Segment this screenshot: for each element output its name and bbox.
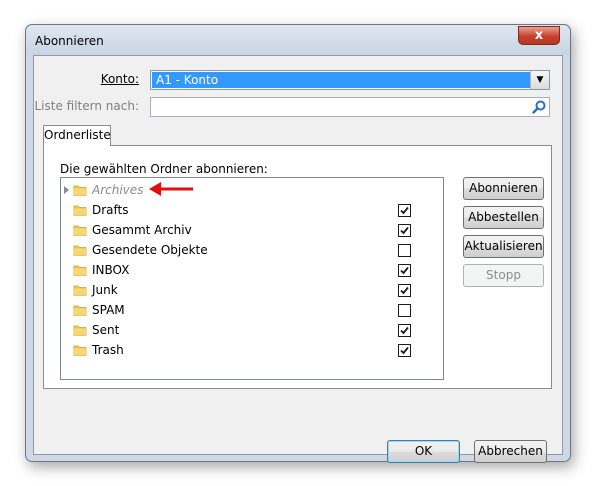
- folder-row[interactable]: Archives: [61, 180, 443, 200]
- ok-button[interactable]: OK: [387, 440, 460, 463]
- folder-row[interactable]: SPAM: [61, 300, 443, 320]
- folder-name: Gesendete Objekte: [92, 243, 208, 257]
- folder-icon: [73, 285, 87, 296]
- subscribe-checkbox[interactable]: [398, 344, 411, 357]
- folder-row[interactable]: Gesammt Archiv: [61, 220, 443, 240]
- checkmark-icon: [400, 286, 409, 295]
- folder-icon: [73, 185, 87, 196]
- subscribe-checkbox[interactable]: [398, 204, 411, 217]
- folder-icon: [73, 325, 87, 336]
- account-label: Konto:: [34, 72, 139, 86]
- subscribe-checkbox[interactable]: [398, 244, 411, 257]
- filter-label: Liste filtern nach:: [34, 99, 139, 113]
- expand-icon[interactable]: [64, 186, 69, 194]
- checkmark-icon: [400, 266, 409, 275]
- subscribe-checkbox[interactable]: [398, 264, 411, 277]
- filter-input[interactable]: [150, 97, 550, 117]
- refresh-button[interactable]: Aktualisieren: [463, 235, 544, 258]
- subscribe-dialog: Abonnieren x Konto: A1 - Konto ▼ Liste f…: [25, 24, 571, 463]
- folder-row[interactable]: INBOX: [61, 260, 443, 280]
- folder-row[interactable]: Sent: [61, 320, 443, 340]
- checkmark-icon: [400, 346, 409, 355]
- tab-folder-list-label: Ordnerliste: [44, 128, 111, 142]
- cancel-button[interactable]: Abbrechen: [474, 440, 547, 463]
- unsubscribe-button[interactable]: Abbestellen: [463, 206, 544, 229]
- account-select-value: A1 - Konto: [152, 72, 530, 88]
- subscribe-checkbox[interactable]: [398, 284, 411, 297]
- checkmark-icon: [400, 206, 409, 215]
- folder-name: Trash: [92, 343, 124, 357]
- close-icon: x: [534, 28, 544, 43]
- stop-button[interactable]: Stopp: [463, 264, 544, 287]
- subscribe-button[interactable]: Abonnieren: [463, 177, 544, 200]
- red-arrow-annotation: [149, 182, 193, 196]
- folder-icon: [73, 305, 87, 316]
- subscribe-checkbox[interactable]: [398, 324, 411, 337]
- tab-folder-list[interactable]: Ordnerliste: [43, 125, 111, 146]
- account-select[interactable]: A1 - Konto ▼: [150, 70, 550, 90]
- checkmark-icon: [400, 326, 409, 335]
- folder-icon: [73, 265, 87, 276]
- title-bar[interactable]: Abonnieren x: [26, 25, 570, 55]
- folder-icon: [73, 205, 87, 216]
- folder-name: SPAM: [92, 303, 125, 317]
- folder-row[interactable]: Trash: [61, 340, 443, 360]
- subscribe-checkbox[interactable]: [398, 224, 411, 237]
- dialog-client-area: Konto: A1 - Konto ▼ Liste filtern nach: …: [33, 55, 563, 463]
- folder-list[interactable]: Archives Drafts Gesammt Archiv Gesendete Ob…: [60, 177, 444, 380]
- folder-icon: [73, 245, 87, 256]
- close-button[interactable]: x: [518, 26, 560, 45]
- folder-icon: [73, 225, 87, 236]
- folder-icon: [73, 345, 87, 356]
- checkmark-icon: [400, 226, 409, 235]
- folder-tab-panel: Die gewählten Ordner abonnieren: Archive…: [43, 145, 552, 389]
- folder-name: Drafts: [92, 203, 129, 217]
- folder-row[interactable]: Gesendete Objekte: [61, 240, 443, 260]
- folder-name: INBOX: [92, 263, 130, 277]
- account-label-text: Konto:: [100, 72, 139, 86]
- panel-label: Die gewählten Ordner abonnieren:: [60, 162, 268, 176]
- search-icon[interactable]: [531, 99, 547, 115]
- folder-name: Sent: [92, 323, 120, 337]
- folder-name: Archives: [92, 183, 144, 197]
- folder-name: Junk: [92, 283, 118, 297]
- subscribe-checkbox[interactable]: [398, 304, 411, 317]
- folder-row[interactable]: Junk: [61, 280, 443, 300]
- chevron-down-icon[interactable]: ▼: [530, 71, 549, 89]
- window-title: Abonnieren: [35, 34, 104, 48]
- folder-name: Gesammt Archiv: [92, 223, 192, 237]
- folder-row[interactable]: Drafts: [61, 200, 443, 220]
